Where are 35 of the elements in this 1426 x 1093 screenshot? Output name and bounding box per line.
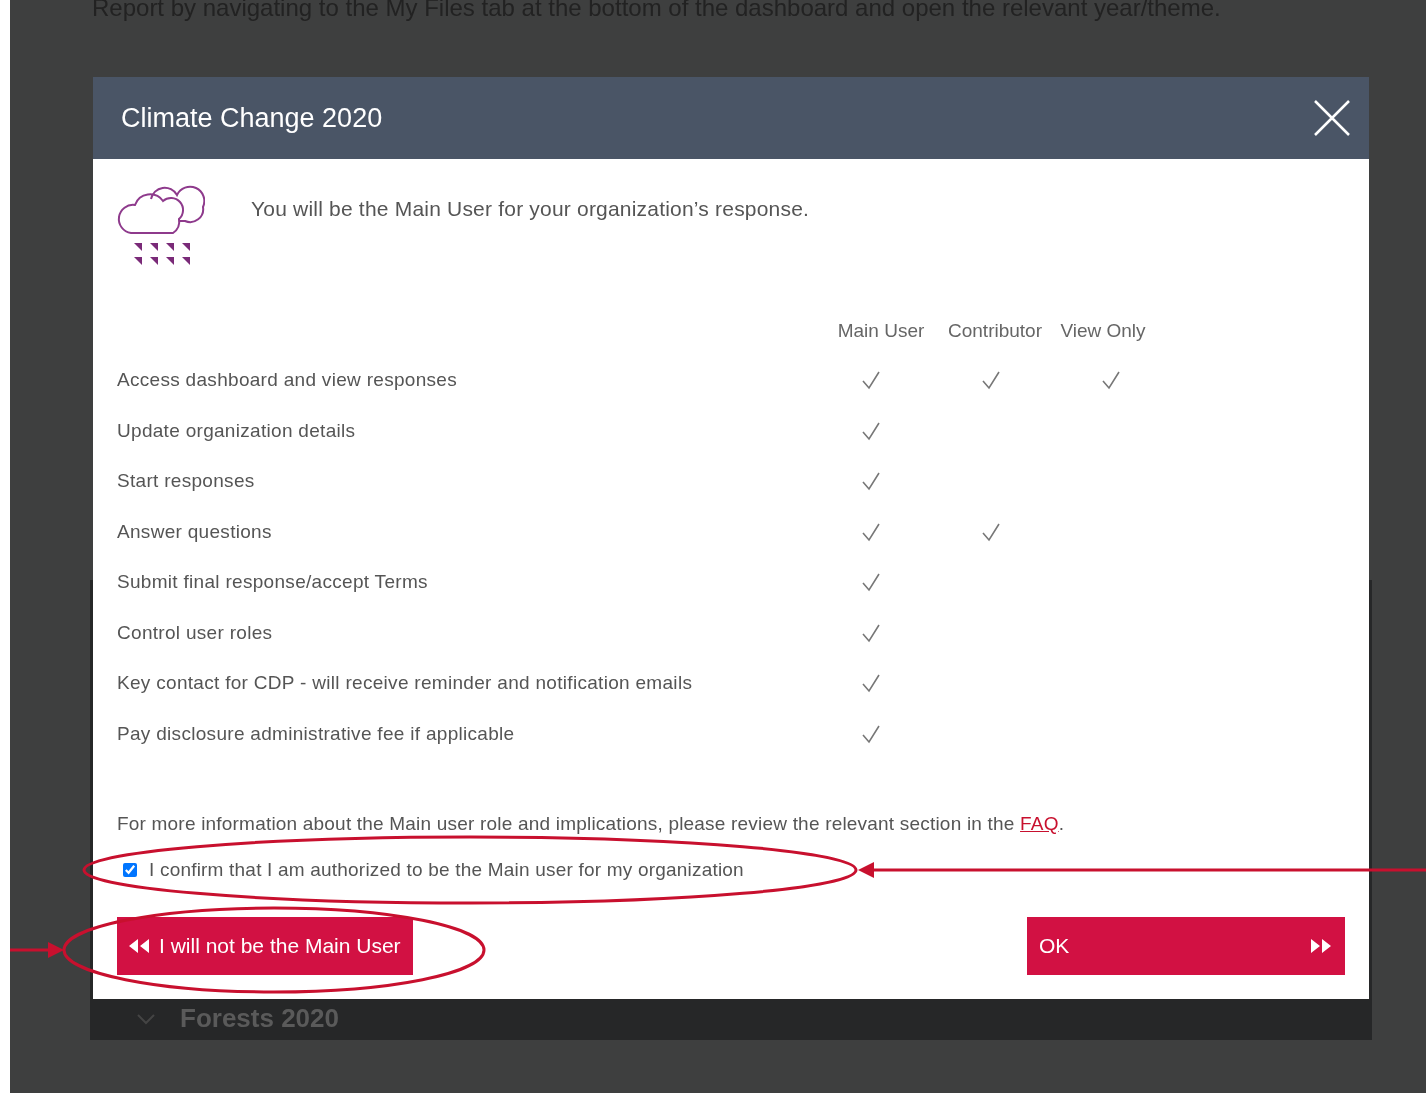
chevron-icon (136, 1012, 156, 1025)
ok-button[interactable]: OK (1027, 917, 1345, 975)
column-header: Contributor (947, 319, 1043, 343)
check-icon (1101, 370, 1121, 391)
permission-label: Start responses (117, 469, 256, 494)
permission-label: Submit final response/accept Terms (117, 570, 429, 595)
permission-label: Answer questions (117, 519, 273, 544)
check-icon (981, 370, 1001, 391)
confirm-label: I confirm that I am authorized to be the Main user for my organization (149, 859, 744, 881)
check-icon (861, 521, 881, 542)
check-icon (861, 673, 881, 694)
check-icon (861, 723, 881, 744)
fast-forward-icon (1309, 938, 1333, 954)
column-header: View Only (1059, 319, 1147, 343)
permission-label: Pay disclosure administrative fee if applicable (117, 721, 516, 746)
column-header: Main User (836, 319, 926, 343)
rewind-icon (127, 938, 151, 954)
info-text: For more information about the Main user role and implications, please review the relevant section in the FAQ. (117, 813, 1066, 835)
check-icon (861, 370, 881, 391)
faq-link[interactable]: FAQ (1020, 813, 1059, 834)
check-icon (861, 622, 881, 643)
permission-label: Update organization details (117, 418, 357, 443)
check-icon (981, 521, 1001, 542)
confirm-checkbox[interactable] (123, 863, 137, 877)
permission-label: Access dashboard and view responses (117, 368, 459, 393)
check-icon (861, 572, 881, 593)
dialog-title: Climate Change 2020 (121, 102, 383, 134)
check-icon (861, 420, 881, 441)
intro-text: You will be the Main User for your organization’s response. (251, 197, 810, 222)
permission-label: Control user roles (117, 620, 274, 645)
check-icon (861, 471, 881, 492)
close-button[interactable] (1313, 99, 1351, 137)
decline-button[interactable]: I will not be the Main User (117, 917, 413, 975)
arrow (10, 942, 64, 958)
permission-label: Key contact for CDP - will receive reminder and notification emails (117, 671, 694, 696)
